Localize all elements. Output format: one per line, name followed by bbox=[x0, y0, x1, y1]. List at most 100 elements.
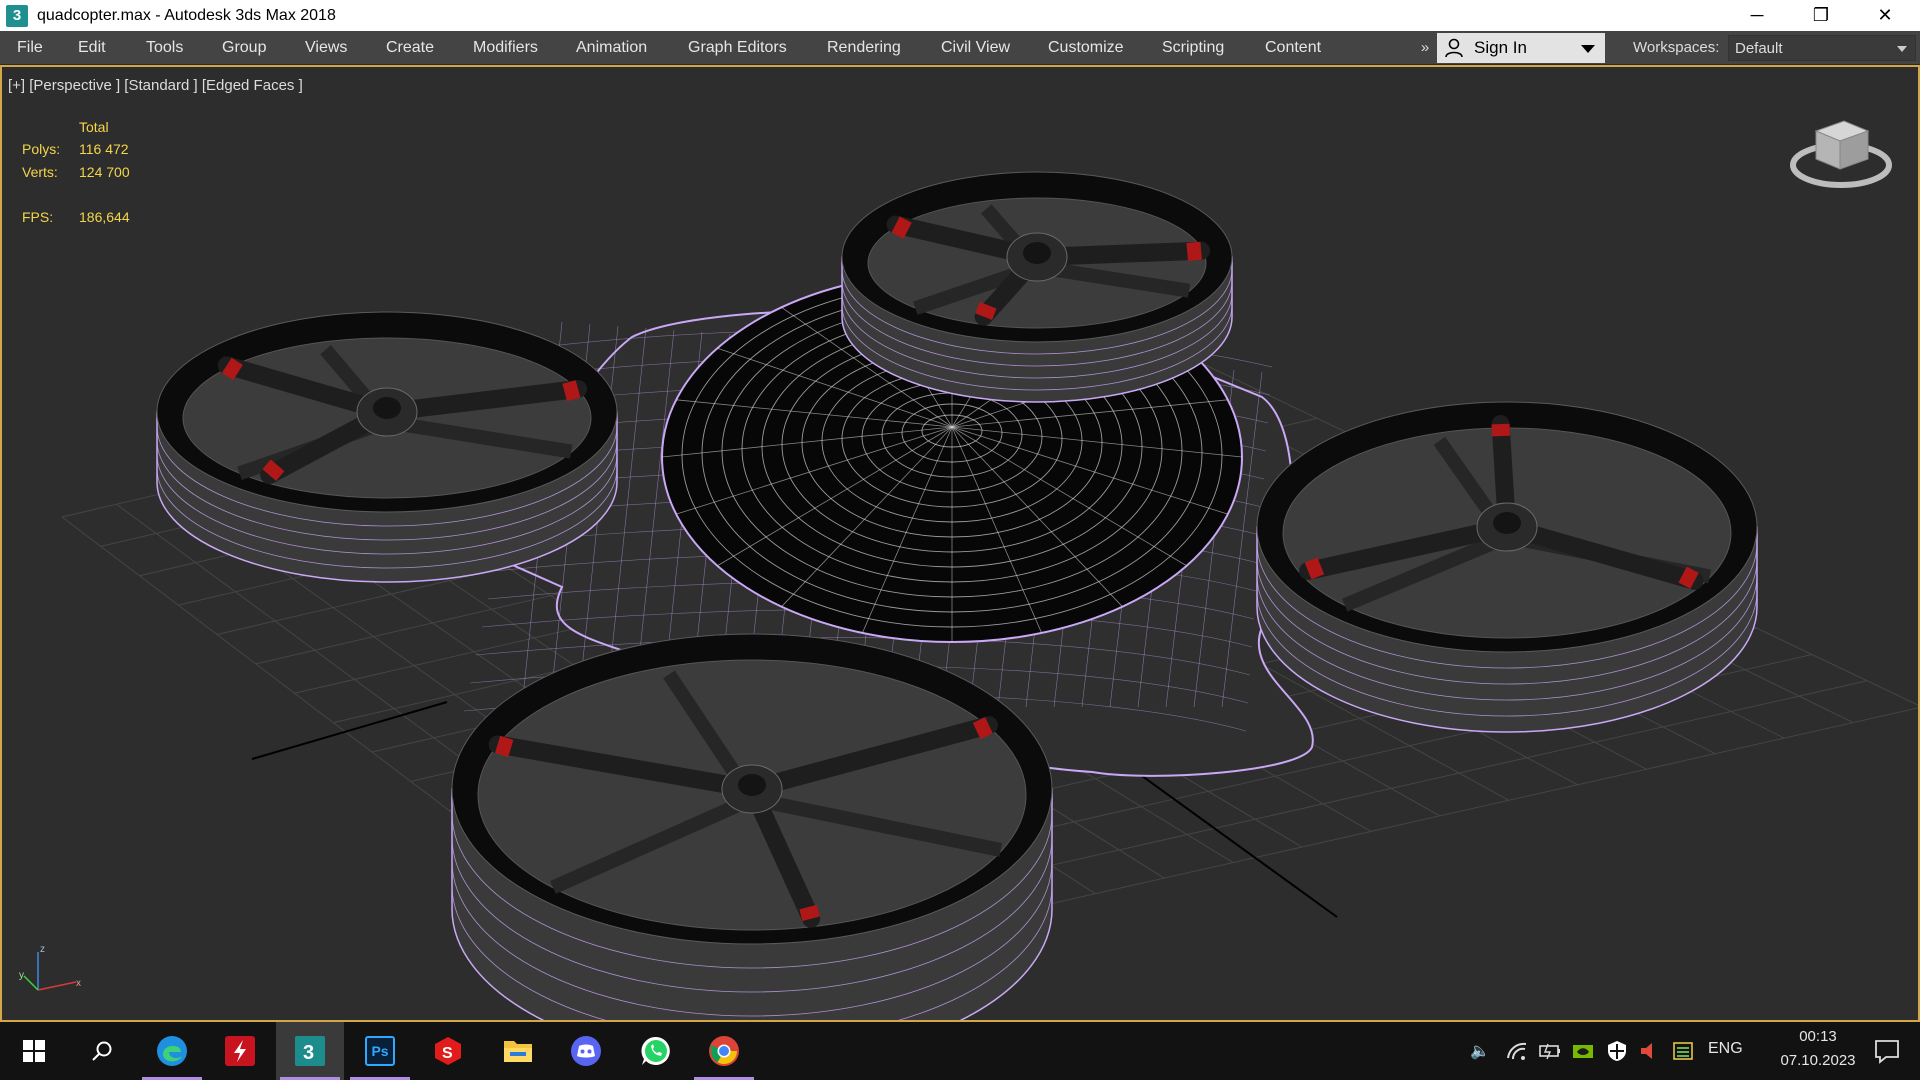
workspaces-label: Workspaces: bbox=[1633, 39, 1720, 56]
viewcube-icon[interactable] bbox=[1786, 107, 1896, 197]
quadcopter-model[interactable] bbox=[156, 171, 1758, 1020]
clock-time[interactable]: 00:13 bbox=[1776, 1028, 1860, 1045]
menu-tools[interactable]: Tools bbox=[146, 31, 183, 65]
rotor-right bbox=[1256, 401, 1758, 733]
red-speaker-icon[interactable] bbox=[1638, 1040, 1658, 1062]
close-icon: ✕ bbox=[1877, 5, 1893, 25]
folder-icon bbox=[504, 1041, 532, 1062]
menu-edit[interactable]: Edit bbox=[78, 31, 106, 65]
verts-label: Verts: bbox=[22, 164, 58, 180]
flash-icon bbox=[225, 1036, 255, 1066]
taskbar-photoshop[interactable]: Ps bbox=[346, 1022, 414, 1080]
chevron-down-icon[interactable] bbox=[1581, 45, 1595, 53]
menu-animation[interactable]: Animation bbox=[576, 31, 647, 65]
menu-bar: File Edit Tools Group Views Create Modif… bbox=[0, 31, 1920, 65]
rotor-hub-cap bbox=[1493, 512, 1521, 534]
photoshop-icon: Ps bbox=[365, 1036, 395, 1066]
taskbar-file-explorer[interactable] bbox=[484, 1022, 552, 1080]
rotor-hub-cap bbox=[373, 397, 401, 419]
minimize-button[interactable]: ─ bbox=[1726, 0, 1788, 31]
rotor-blade-tip bbox=[1678, 566, 1699, 589]
whatsapp-icon bbox=[641, 1036, 670, 1065]
rotor-blade-tip bbox=[799, 904, 820, 922]
close-button[interactable]: ✕ bbox=[1854, 0, 1916, 31]
svg-text:y: y bbox=[19, 970, 24, 981]
3dsmax-icon: 3 bbox=[295, 1036, 325, 1066]
fps-label: FPS: bbox=[22, 209, 54, 225]
svg-text:z: z bbox=[40, 944, 45, 955]
stats-header: Total bbox=[79, 119, 109, 135]
start-button[interactable] bbox=[0, 1022, 68, 1080]
touch-keyboard-icon[interactable] bbox=[1672, 1040, 1694, 1062]
viewport-scene[interactable] bbox=[2, 67, 1918, 1020]
menu-create[interactable]: Create bbox=[386, 31, 434, 65]
window-title: quadcopter.max - Autodesk 3ds Max 2018 bbox=[37, 6, 336, 24]
restore-button[interactable]: ❐ bbox=[1790, 0, 1852, 31]
user-icon bbox=[1445, 38, 1463, 58]
rotor-blade-tip bbox=[1186, 241, 1202, 261]
input-language-indicator[interactable]: ENG bbox=[1708, 1040, 1743, 1058]
workspace-value: Default bbox=[1735, 40, 1783, 57]
rotor-left bbox=[156, 311, 618, 583]
perspective-viewport[interactable]: [+] [Perspective ] [Standard ] [Edged Fa… bbox=[0, 65, 1920, 1022]
svg-text:3: 3 bbox=[303, 1042, 314, 1064]
battery-icon[interactable] bbox=[1538, 1040, 1562, 1062]
workspace-dropdown[interactable]: Default bbox=[1728, 35, 1916, 61]
sign-in-button[interactable]: Sign In bbox=[1437, 33, 1605, 63]
chevron-down-icon bbox=[1897, 46, 1907, 52]
rotor-blade-tip bbox=[891, 216, 912, 239]
security-shield-icon[interactable] bbox=[1606, 1040, 1628, 1062]
menu-overflow-button[interactable]: » bbox=[1414, 31, 1436, 65]
nvidia-icon[interactable] bbox=[1572, 1040, 1594, 1062]
taskbar-search-button[interactable] bbox=[68, 1022, 136, 1080]
rotor-blade-tip bbox=[975, 301, 997, 320]
taskbar-chrome[interactable] bbox=[690, 1022, 758, 1080]
axis-tripod-icon: z y x bbox=[19, 944, 81, 991]
menu-group[interactable]: Group bbox=[222, 31, 266, 65]
taskbar-flash[interactable] bbox=[206, 1022, 274, 1080]
3dsmax-app-icon[interactable]: 3 bbox=[6, 4, 28, 27]
rotor-hub-cap bbox=[738, 774, 766, 796]
taskbar-3dsmax[interactable]: 3 bbox=[276, 1022, 344, 1080]
rotor-blade-tip bbox=[262, 459, 285, 481]
polys-label: Polys: bbox=[22, 141, 61, 157]
minimize-icon: ─ bbox=[1750, 5, 1764, 25]
rotor-blade-tip bbox=[1304, 557, 1325, 580]
edge-browser-icon bbox=[157, 1036, 187, 1066]
wifi-icon[interactable] bbox=[1506, 1040, 1528, 1062]
windows-logo-icon bbox=[23, 1040, 45, 1062]
menu-customize[interactable]: Customize bbox=[1048, 31, 1124, 65]
menu-graph-editors[interactable]: Graph Editors bbox=[688, 31, 787, 65]
menu-content[interactable]: Content bbox=[1265, 31, 1321, 65]
svg-text:x: x bbox=[76, 978, 81, 989]
taskbar-discord[interactable] bbox=[552, 1022, 620, 1080]
verts-value: 124 700 bbox=[79, 164, 130, 180]
windows-taskbar: 3 Ps S 🔈 ENG 00:13 07.10.2023 bbox=[0, 1022, 1920, 1080]
taskbar-substance[interactable]: S bbox=[414, 1022, 482, 1080]
rotor-front bbox=[451, 633, 1053, 1020]
chrome-icon bbox=[709, 1036, 739, 1066]
rotor-back bbox=[841, 171, 1233, 403]
fps-value: 186,644 bbox=[79, 209, 130, 225]
rotor-blade-tip bbox=[972, 717, 993, 740]
rotor-blade-tip bbox=[494, 735, 514, 758]
speaker-icon[interactable]: 🔈 bbox=[1468, 1040, 1492, 1062]
rotor-blade-tip bbox=[221, 357, 243, 381]
menu-file[interactable]: File bbox=[17, 31, 43, 65]
clock-date[interactable]: 07.10.2023 bbox=[1760, 1052, 1876, 1069]
title-bar: 3 quadcopter.max - Autodesk 3ds Max 2018… bbox=[0, 0, 1920, 31]
svg-text:S: S bbox=[442, 1045, 453, 1062]
notifications-icon[interactable] bbox=[1866, 1036, 1906, 1066]
viewport-label-menu[interactable]: [+] [Perspective ] [Standard ] [Edged Fa… bbox=[8, 77, 303, 94]
menu-civil-view[interactable]: Civil View bbox=[941, 31, 1010, 65]
menu-scripting[interactable]: Scripting bbox=[1162, 31, 1224, 65]
restore-icon: ❐ bbox=[1812, 5, 1830, 25]
taskbar-edge[interactable] bbox=[138, 1022, 206, 1080]
rotor-blade-tip bbox=[562, 380, 581, 402]
substance-icon: S bbox=[435, 1037, 461, 1065]
taskbar-whatsapp[interactable] bbox=[622, 1022, 690, 1080]
menu-rendering[interactable]: Rendering bbox=[827, 31, 901, 65]
photoshop-label: Ps bbox=[371, 1043, 389, 1059]
menu-views[interactable]: Views bbox=[305, 31, 347, 65]
menu-modifiers[interactable]: Modifiers bbox=[473, 31, 538, 65]
